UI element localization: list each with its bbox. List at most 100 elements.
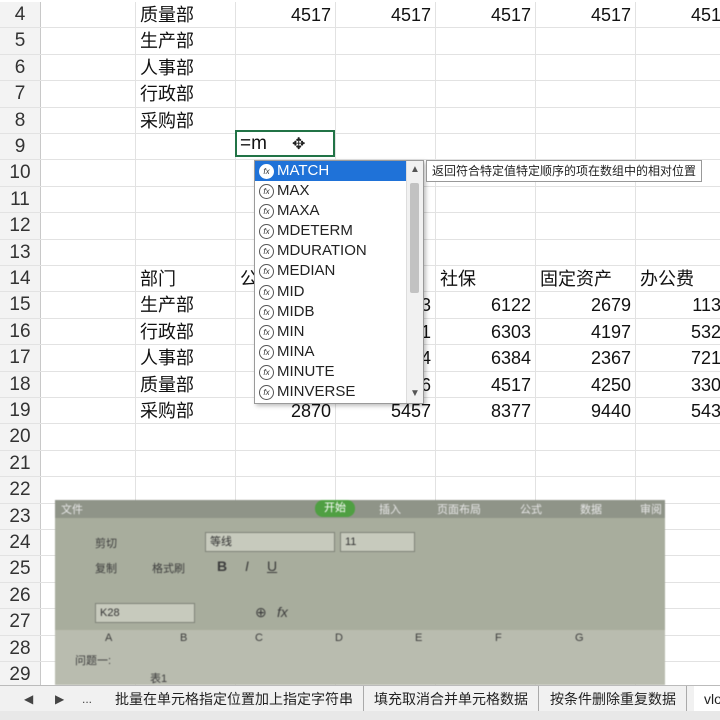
cell-e[interactable] xyxy=(436,107,536,133)
cell-f[interactable] xyxy=(536,81,636,107)
row-header[interactable]: 9 xyxy=(0,134,41,160)
cell-a[interactable] xyxy=(40,450,136,477)
active-cell-c9[interactable]: =m xyxy=(235,130,335,157)
row-header[interactable]: 16 xyxy=(0,318,41,345)
row-header[interactable]: 22 xyxy=(0,477,41,503)
row-header[interactable]: 7 xyxy=(0,81,41,107)
cell-g[interactable]: 7217 xyxy=(636,345,720,370)
cell-f[interactable]: 2367 xyxy=(536,345,636,371)
cell-d[interactable] xyxy=(336,28,436,54)
cell-b[interactable]: 采购部 xyxy=(136,107,236,133)
row-header[interactable]: 8 xyxy=(0,107,41,133)
cell-e[interactable] xyxy=(436,424,536,450)
autocomplete-item[interactable]: fx MATCH xyxy=(255,161,423,182)
cell-f[interactable]: 4250 xyxy=(536,371,636,397)
cell-g[interactable] xyxy=(636,134,720,159)
row-header[interactable]: 14 xyxy=(0,266,41,292)
cell-g[interactable]: 办公费 xyxy=(636,266,720,291)
cell-f[interactable]: 固定资产 xyxy=(536,266,636,292)
cell-d[interactable] xyxy=(336,450,436,477)
row-header[interactable]: 27 xyxy=(0,609,41,635)
row-header[interactable]: 21 xyxy=(0,450,41,477)
cell-e[interactable] xyxy=(436,239,536,265)
cell-g[interactable] xyxy=(636,108,720,133)
cell-a[interactable] xyxy=(40,424,136,450)
scrollbar-thumb[interactable] xyxy=(410,183,419,293)
cell-a[interactable] xyxy=(40,345,136,371)
cell-d[interactable] xyxy=(336,81,436,107)
cell-a[interactable] xyxy=(40,160,136,186)
row-header[interactable]: 5 xyxy=(0,28,41,54)
cell-a[interactable] xyxy=(40,292,136,318)
cell-d[interactable] xyxy=(336,54,436,81)
autocomplete-item[interactable]: fx MIN xyxy=(255,322,423,342)
row-header[interactable]: 11 xyxy=(0,186,41,213)
cell-a[interactable] xyxy=(40,398,136,424)
sheet-tab-2[interactable]: 填充取消合并单元格数据 xyxy=(364,686,539,712)
cell-c[interactable] xyxy=(236,81,336,107)
sheet-tab-1[interactable]: 批量在单元格指定位置加上指定字符串 xyxy=(105,686,364,712)
cell-e[interactable]: 社保 xyxy=(436,266,536,292)
cell-d[interactable] xyxy=(336,107,436,133)
row-header[interactable]: 10 xyxy=(0,160,41,186)
cell-b[interactable]: 行政部 xyxy=(136,318,236,345)
cell-f[interactable] xyxy=(536,450,636,477)
cell-d[interactable] xyxy=(336,424,436,450)
cell-a[interactable] xyxy=(40,54,136,81)
cell-e[interactable] xyxy=(436,81,536,107)
cell-f[interactable] xyxy=(536,54,636,81)
cell-b[interactable]: 人事部 xyxy=(136,345,236,371)
cell-b[interactable]: 采购部 xyxy=(136,398,236,424)
cell-f[interactable] xyxy=(536,239,636,265)
cell-a[interactable] xyxy=(40,134,136,160)
cell-g[interactable]: 5325 xyxy=(636,319,720,344)
cell-e[interactable]: 4517 xyxy=(436,2,536,28)
row-header[interactable]: 19 xyxy=(0,398,41,424)
cell-b[interactable] xyxy=(136,424,236,450)
cell-b[interactable] xyxy=(136,450,236,477)
cell-f[interactable] xyxy=(536,107,636,133)
autocomplete-item[interactable]: fx MIDB xyxy=(255,302,423,322)
cell-c[interactable] xyxy=(236,28,336,54)
prev-sheet-icon[interactable]: ◀ xyxy=(24,686,33,712)
cell-a[interactable] xyxy=(40,239,136,265)
row-header[interactable]: 25 xyxy=(0,556,41,582)
cell-b[interactable]: 质量部 xyxy=(136,2,236,28)
autocomplete-item[interactable]: fx MAX xyxy=(255,181,423,201)
cell-f[interactable] xyxy=(536,477,636,503)
cell-e[interactable]: 4517 xyxy=(436,371,536,397)
cell-f[interactable] xyxy=(536,134,636,160)
cell-a[interactable] xyxy=(40,28,136,54)
autocomplete-item[interactable]: fx MINA xyxy=(255,342,423,362)
autocomplete-item[interactable]: fx MAXA xyxy=(255,201,423,221)
cell-f[interactable]: 2679 xyxy=(536,292,636,318)
cell-e[interactable] xyxy=(436,28,536,54)
cell-g[interactable] xyxy=(636,213,720,238)
cell-b[interactable]: 行政部 xyxy=(136,81,236,107)
cell-b[interactable]: 质量部 xyxy=(136,371,236,397)
cell-b[interactable] xyxy=(136,134,236,160)
cell-g[interactable] xyxy=(636,424,720,449)
cell-g[interactable]: 3304 xyxy=(636,372,720,397)
row-header[interactable]: 6 xyxy=(0,54,41,81)
cell-e[interactable] xyxy=(436,54,536,81)
cell-b[interactable] xyxy=(136,477,236,503)
row-header[interactable]: 18 xyxy=(0,371,41,397)
cell-a[interactable] xyxy=(40,477,136,503)
cell-g[interactable]: 5433 xyxy=(636,398,720,423)
cell-g[interactable]: 1130 xyxy=(636,292,720,317)
cell-e[interactable] xyxy=(436,186,536,213)
cell-d[interactable]: 4517 xyxy=(336,2,436,28)
cell-e[interactable] xyxy=(436,477,536,503)
cell-a[interactable] xyxy=(40,371,136,397)
cell-g[interactable] xyxy=(636,81,720,106)
cell-c[interactable] xyxy=(236,424,336,450)
cell-a[interactable] xyxy=(40,213,136,239)
row-header[interactable]: 29 xyxy=(0,662,41,685)
row-header[interactable]: 13 xyxy=(0,239,41,265)
row-header[interactable]: 26 xyxy=(0,582,41,609)
cell-d[interactable] xyxy=(336,134,436,160)
autocomplete-scrollbar[interactable]: ▲ ▼ xyxy=(406,161,423,403)
cell-g[interactable] xyxy=(636,477,720,502)
cell-e[interactable]: 6122 xyxy=(436,292,536,318)
